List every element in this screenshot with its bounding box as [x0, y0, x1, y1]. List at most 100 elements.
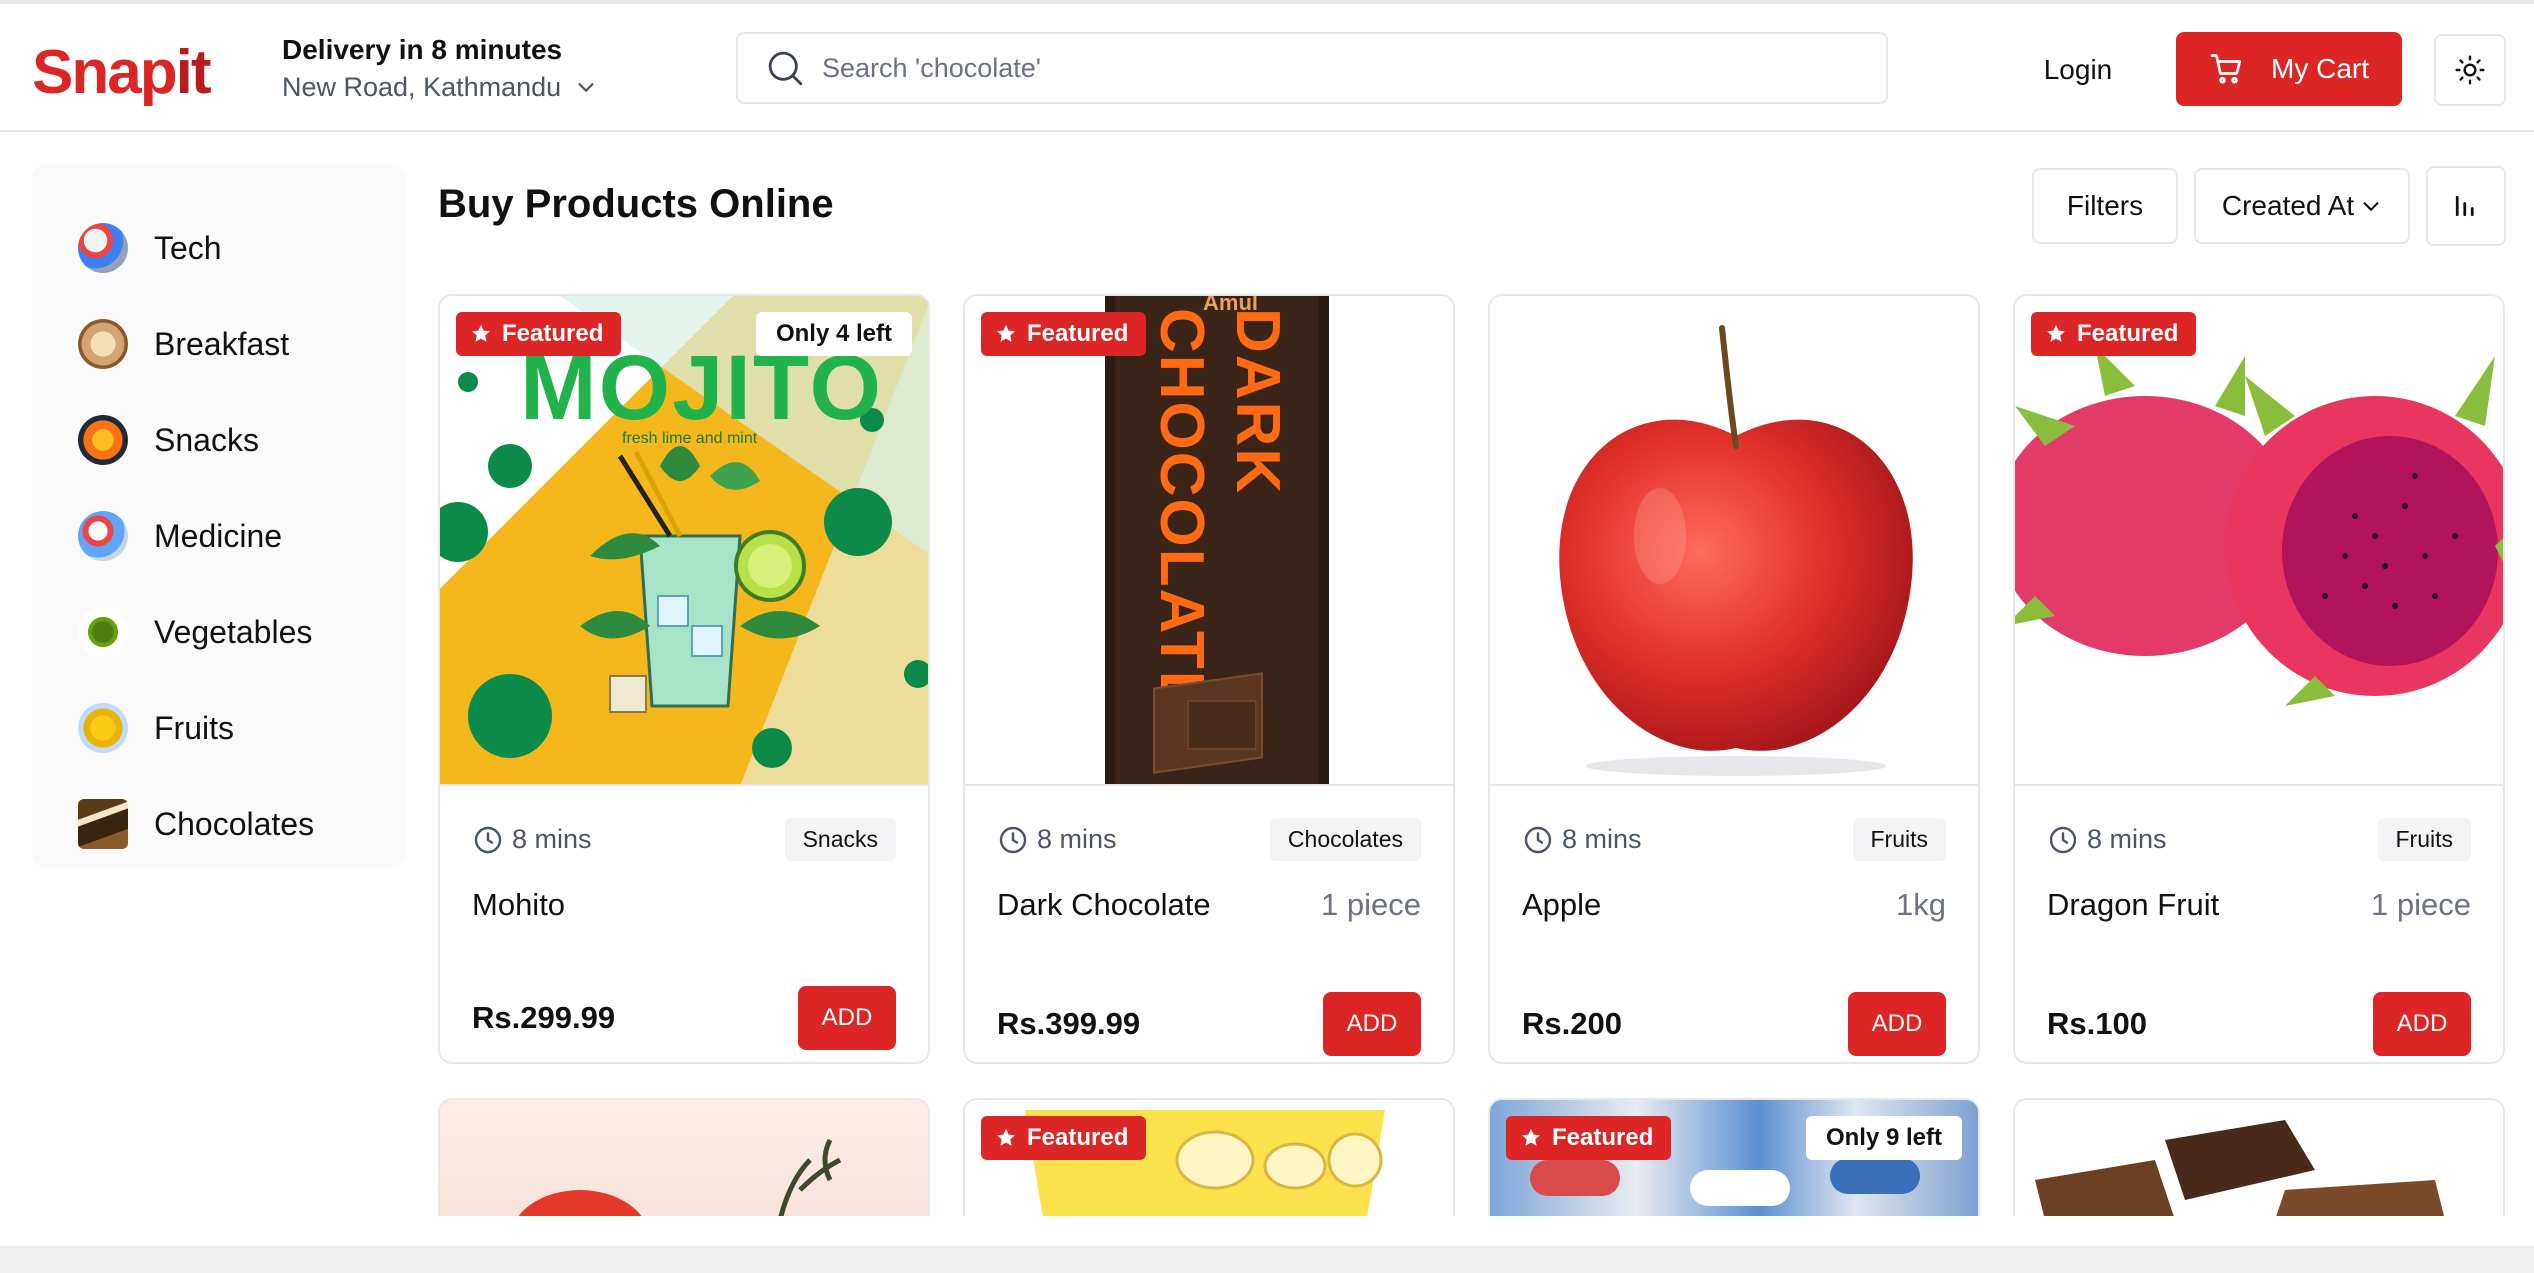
- sidebar-item-medicine[interactable]: Medicine: [32, 488, 406, 584]
- add-to-cart-button[interactable]: ADD: [1848, 992, 1946, 1056]
- search-bar[interactable]: [736, 32, 1888, 104]
- delivery-location-text: New Road, Kathmandu: [282, 72, 562, 102]
- product-card-body: 8 mins Chocolates Dark Chocolate 1 piece…: [965, 818, 1453, 1062]
- product-card[interactable]: 8 mins Fruits Apple 1kg Rs.200 ADD: [1488, 294, 1980, 1064]
- delivery-title: Delivery in 8 minutes: [282, 34, 563, 65]
- sidebar-item-breakfast[interactable]: Breakfast: [32, 296, 406, 392]
- featured-badge: Featured: [456, 312, 622, 356]
- featured-badge: Featured: [981, 312, 1147, 356]
- my-cart-button[interactable]: My Cart: [2176, 32, 2402, 106]
- product-card[interactable]: Featured: [963, 1098, 1455, 1216]
- add-to-cart-button[interactable]: ADD: [2373, 992, 2471, 1056]
- tomato-illustration: [518, 1138, 842, 1216]
- header: Snapit Delivery in 8 minutes New Road, K…: [0, 4, 2534, 132]
- category-tag: Chocolates: [1269, 818, 1421, 861]
- stock-badge: Only 4 left: [755, 312, 912, 356]
- view-toggle-button[interactable]: [2426, 166, 2506, 246]
- product-card[interactable]: [2013, 1098, 2505, 1216]
- dragon-fruit-illustration: [2015, 346, 2503, 706]
- product-price: Rs.399.99: [997, 1006, 1141, 1041]
- mojito-subtitle-text: fresh lime and mint: [622, 430, 758, 447]
- product-card[interactable]: Featured 8 mins Fruits Dragon Fruit 1 pi…: [2013, 294, 2505, 1064]
- logo[interactable]: Snapit: [32, 38, 212, 107]
- product-image-medicine[interactable]: Featured Only 9 left: [1490, 1100, 1978, 1216]
- vegetables-icon: [78, 607, 128, 657]
- star-icon: [472, 324, 490, 342]
- delivery-location[interactable]: New Road, Kathmandu: [282, 68, 597, 106]
- filters-button[interactable]: Filters: [2032, 168, 2178, 244]
- category-tag: Snacks: [784, 818, 896, 861]
- sun-icon: [2455, 55, 2485, 85]
- featured-badge: Featured: [2031, 312, 2197, 356]
- sidebar-item-snacks[interactable]: Snacks: [32, 392, 406, 488]
- sidebar-item-fruits[interactable]: Fruits: [32, 680, 406, 776]
- sidebar-item-label: Snacks: [154, 421, 259, 458]
- product-name: Apple: [1522, 887, 1602, 922]
- star-icon: [2047, 324, 2065, 342]
- product-card[interactable]: [438, 1098, 930, 1216]
- apple-illustration: [1559, 325, 1913, 776]
- chevron-down-icon: [578, 83, 594, 93]
- logo-part-snap: Snap: [32, 38, 178, 107]
- product-image-tomato[interactable]: [440, 1100, 928, 1216]
- product-card-body: 8 mins Fruits Apple 1kg Rs.200 ADD: [1490, 818, 1978, 1062]
- content-area: Tech Breakfast Snacks Medicine Vegetable…: [0, 132, 2534, 1216]
- sidebar-item-label: Vegetables: [154, 613, 313, 650]
- chevron-down-icon: [2363, 202, 2379, 212]
- featured-label: Featured: [2077, 320, 2179, 347]
- time-label: 8 mins: [2087, 824, 2167, 854]
- featured-badge: Featured: [1506, 1116, 1672, 1160]
- delivery-time: 8 mins: [1522, 824, 1642, 856]
- product-name: Dragon Fruit: [2047, 887, 2220, 922]
- logo-part-it: it: [175, 38, 212, 107]
- clock-icon: [1524, 826, 1552, 853]
- chocolate-piece: [1187, 700, 1257, 750]
- cart-icon: [2210, 54, 2242, 84]
- add-to-cart-button[interactable]: ADD: [798, 986, 896, 1050]
- fruits-icon: [78, 703, 128, 753]
- product-name: Mohito: [472, 887, 566, 922]
- featured-label: Featured: [1552, 1124, 1654, 1151]
- search-icon: [768, 51, 803, 86]
- tech-icon: [78, 223, 128, 273]
- product-card[interactable]: MOJITO fresh lime and mint Featured Only…: [438, 294, 930, 1064]
- product-image-chocolate-bar[interactable]: [2015, 1100, 2503, 1216]
- sidebar-item-chocolates[interactable]: Chocolates: [32, 776, 406, 872]
- delivery-time: 8 mins: [472, 824, 592, 856]
- product-card[interactable]: Amul DARK CHOCOLATE Featured 8 mins Choc…: [963, 294, 1455, 1064]
- sidebar-item-label: Chocolates: [154, 805, 315, 842]
- star-icon: [997, 1128, 1015, 1146]
- stock-badge: Only 9 left: [1805, 1116, 1962, 1160]
- product-image-dark-chocolate[interactable]: Amul DARK CHOCOLATE Featured: [965, 296, 1453, 786]
- product-image-mojito[interactable]: MOJITO fresh lime and mint Featured Only…: [440, 296, 928, 786]
- product-unit: 1 piece: [1321, 887, 1421, 922]
- product-name: Dark Chocolate: [997, 887, 1211, 922]
- search-input[interactable]: [822, 52, 1822, 84]
- featured-badge: Featured: [981, 1116, 1147, 1160]
- delivery-info[interactable]: Delivery in 8 minutes New Road, Kathmand…: [282, 32, 597, 106]
- product-image-chips[interactable]: Featured: [965, 1100, 1453, 1216]
- product-price: Rs.299.99: [472, 1000, 616, 1035]
- product-image-apple[interactable]: [1490, 296, 1978, 786]
- sidebar-item-tech[interactable]: Tech: [32, 200, 406, 296]
- breakfast-icon: [78, 319, 128, 369]
- product-card-body: 8 mins Snacks Mohito Rs.299.99 ADD: [440, 818, 928, 1062]
- medicine-icon: [78, 511, 128, 561]
- sidebar-item-vegetables[interactable]: Vegetables: [32, 584, 406, 680]
- featured-label: Featured: [1027, 320, 1129, 347]
- chocolates-icon: [78, 799, 128, 849]
- star-icon: [1522, 1128, 1540, 1146]
- chocolate-illustration: [2035, 1120, 2444, 1216]
- login-button[interactable]: Login: [2020, 34, 2136, 106]
- sort-dropdown[interactable]: Created At: [2194, 168, 2410, 244]
- product-unit: 1kg: [1896, 887, 1946, 922]
- category-tag: Fruits: [1852, 818, 1946, 861]
- bottom-scrollbar-area: [0, 1246, 2534, 1273]
- theme-toggle-button[interactable]: [2434, 34, 2506, 106]
- sidebar-item-label: Breakfast: [154, 325, 290, 362]
- add-to-cart-button[interactable]: ADD: [1323, 992, 1421, 1056]
- sidebar-item-label: Tech: [154, 229, 222, 266]
- product-card[interactable]: Featured Only 9 left: [1488, 1098, 1980, 1216]
- product-image-dragon-fruit[interactable]: Featured: [2015, 296, 2503, 786]
- time-label: 8 mins: [512, 824, 592, 854]
